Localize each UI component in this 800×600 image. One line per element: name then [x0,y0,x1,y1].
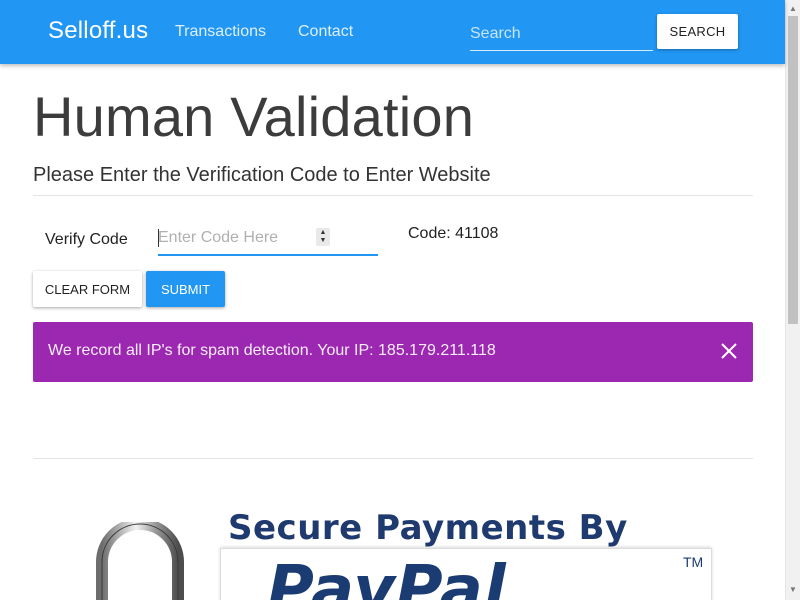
search-input[interactable] [470,20,653,48]
number-spinner-icon[interactable]: ▲ ▼ [316,228,330,246]
trademark-symbol: TM [683,554,704,570]
scrollbar-thumb[interactable] [788,16,798,324]
section-divider [33,195,753,196]
submit-button[interactable]: SUBMIT [146,271,225,307]
paypal-wordmark: PayPal [267,553,507,600]
section-divider [33,458,753,459]
verify-code-input[interactable] [158,225,328,251]
search-field [470,20,653,51]
close-icon[interactable] [718,340,740,362]
top-navbar: Selloff.us Transactions Contact SEARCH [0,0,785,64]
search-button[interactable]: SEARCH [657,14,738,49]
text-cursor [158,229,159,247]
nav-link-transactions[interactable]: Transactions [175,23,266,41]
verify-code-field: ▲▼ [158,225,378,256]
paypal-logo: PayPal TM [220,548,712,600]
page-scrollbar[interactable]: ▲ ▼ [785,0,800,600]
nav-link-contact[interactable]: Contact [298,23,353,41]
brand-logo-link[interactable]: Selloff.us [48,17,148,45]
clear-form-button[interactable]: CLEAR FORM [33,271,142,307]
page-title: Human Validation [33,85,475,148]
verify-code-label: Verify Code [45,231,128,248]
ip-notice-alert: We record all IP's for spam detection. Y… [33,322,753,382]
page-subtitle: Please Enter the Verification Code to En… [33,164,491,186]
verification-code-display: Code: 41108 [408,225,499,242]
alert-message: We record all IP's for spam detection. Y… [48,342,496,359]
padlock-icon [96,522,184,600]
secure-payments-heading: Secure Payments By [228,508,628,548]
scroll-up-arrow-icon[interactable]: ▲ [789,4,797,13]
scroll-down-arrow-icon[interactable]: ▼ [789,585,797,594]
secure-payments-banner: Secure Payments By PayPal TM [90,500,730,600]
